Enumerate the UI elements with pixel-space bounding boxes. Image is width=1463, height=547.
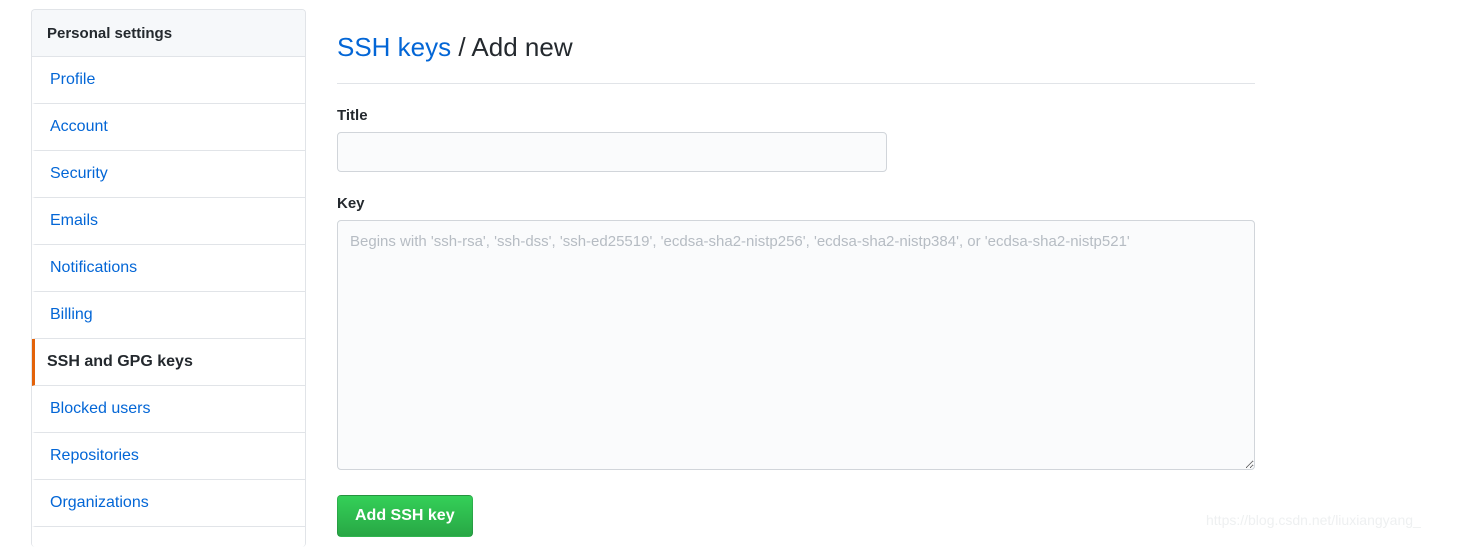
sidebar-item-label: Blocked users — [50, 400, 151, 417]
sidebar-item-billing[interactable]: Billing — [32, 292, 305, 339]
sidebar-item-repositories[interactable]: Repositories — [32, 433, 305, 480]
sidebar-item-security[interactable]: Security — [32, 151, 305, 198]
sidebar-item-label: Profile — [50, 71, 96, 88]
sidebar-item-profile[interactable]: Profile — [32, 57, 305, 104]
sidebar-item-label: Repositories — [50, 447, 139, 464]
sidebar-item-label: Account — [50, 118, 108, 135]
sidebar-item-organizations[interactable]: Organizations — [32, 480, 305, 527]
sidebar-header: Personal settings — [32, 10, 305, 57]
page-title: SSH keys / Add new — [337, 17, 1437, 65]
sidebar-item-account[interactable]: Account — [32, 104, 305, 151]
title-input[interactable] — [337, 131, 887, 172]
ssh-keys-breadcrumb-link[interactable]: SSH keys — [337, 32, 451, 62]
breadcrumb-separator: / — [458, 32, 466, 63]
sidebar-item-label: SSH and GPG keys — [47, 353, 193, 370]
key-field-label: Key — [337, 194, 365, 212]
personal-settings-sidebar: Personal settings Profile Account Securi… — [31, 9, 306, 547]
watermark-text: https://blog.csdn.net/liuxiangyang_ — [1206, 512, 1421, 528]
add-ssh-key-button[interactable]: Add SSH key — [337, 494, 473, 537]
key-textarea[interactable] — [337, 219, 1255, 470]
main-content: SSH keys / Add new Title Key Add SSH key — [337, 0, 1437, 537]
header-divider — [337, 82, 1255, 84]
title-field-label: Title — [337, 106, 368, 124]
sidebar-item-label: Billing — [50, 306, 93, 323]
sidebar-item-label: Emails — [50, 212, 99, 229]
sidebar-item-label: Organizations — [50, 494, 149, 511]
sidebar-item-label: Security — [50, 165, 108, 182]
sidebar-item-truncated[interactable] — [32, 527, 305, 547]
sidebar-item-notifications[interactable]: Notifications — [32, 245, 305, 292]
sidebar-item-ssh-and-gpg-keys[interactable]: SSH and GPG keys — [32, 339, 305, 386]
page-title-current: Add new — [471, 32, 573, 63]
sidebar-item-label: Notifications — [50, 259, 138, 276]
sidebar-item-blocked-users[interactable]: Blocked users — [32, 386, 305, 433]
sidebar-item-emails[interactable]: Emails — [32, 198, 305, 245]
